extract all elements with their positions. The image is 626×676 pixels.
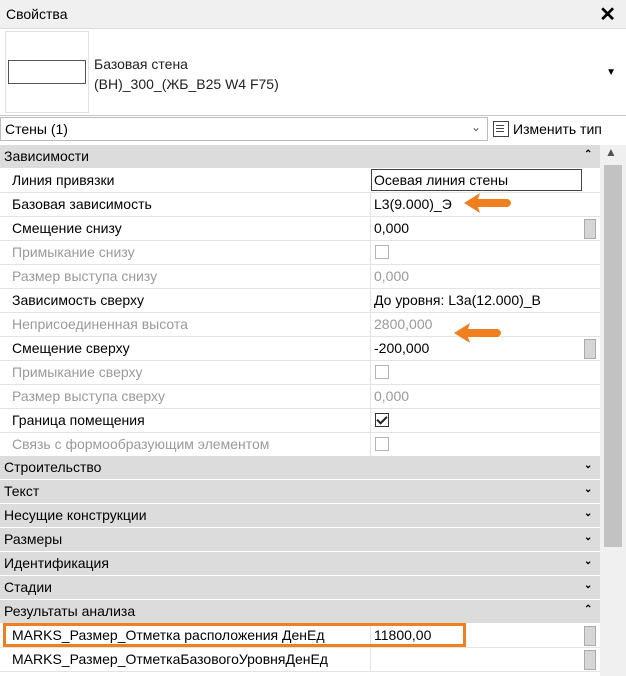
prop-value[interactable]: -200,000	[374, 340, 429, 356]
group-label: Несущие конструкции	[4, 507, 147, 523]
group-label: Результаты анализа	[4, 603, 136, 619]
window-title: Свойства	[6, 6, 68, 22]
prop-top-offset[interactable]: Смещение сверху -200,000	[0, 337, 600, 361]
prop-value: 2800,000	[374, 316, 433, 332]
prop-base-attached: Примыкание снизу	[0, 241, 600, 265]
collapse-chevron-icon[interactable]: ⌃	[584, 604, 592, 615]
row-button[interactable]	[584, 339, 596, 359]
expand-chevron-icon[interactable]: ⌄	[584, 484, 592, 495]
edit-type-button[interactable]: Изменить тип	[493, 117, 602, 141]
prop-name: Размер выступа сверху	[12, 388, 166, 404]
type-name: Базовая стена (ВН)_300_(ЖБ_B25 W4 F75)	[94, 54, 279, 94]
prop-marks-base-level[interactable]: MARKS_Размер_ОтметкаБазовогоУровняДенЕд	[0, 648, 600, 672]
annotation-arrow-icon	[454, 323, 501, 343]
prop-name: Линия привязки	[12, 172, 115, 188]
vertical-scrollbar[interactable]: ▲	[600, 145, 626, 676]
group-constraints[interactable]: Зависимости ⌃	[0, 145, 600, 169]
group-label: Стадии	[4, 579, 52, 595]
related-mass-checkbox	[375, 437, 389, 451]
prop-top-extension: Размер выступа сверху 0,000	[0, 385, 600, 409]
prop-base-extension: Размер выступа снизу 0,000	[0, 265, 600, 289]
prop-name: Примыкание снизу	[12, 244, 135, 260]
instance-filter-select[interactable]: Стены (1) ⌄	[0, 117, 488, 141]
type-name-value: (ВН)_300_(ЖБ_B25 W4 F75)	[94, 76, 279, 92]
prop-name: Базовая зависимость	[12, 196, 152, 212]
group-structural[interactable]: Несущие конструкции ⌄	[0, 504, 600, 528]
prop-value[interactable]: L3(9.000)_Э	[374, 196, 452, 212]
prop-value[interactable]: До уровня: L3a(12.000)_В	[374, 292, 541, 308]
prop-name: Связь с формообразующим элементом	[12, 436, 270, 452]
prop-name: MARKS_Размер_ОтметкаБазовогоУровняДенЕд	[12, 651, 328, 667]
collapse-chevron-icon[interactable]: ⌃	[584, 149, 592, 160]
scrollbar-thumb[interactable]	[604, 165, 622, 547]
prop-name: Смещение сверху	[12, 340, 130, 356]
prop-name: Неприсоединенная высота	[12, 316, 188, 332]
row-button[interactable]	[584, 650, 596, 670]
prop-value: 0,000	[374, 268, 410, 284]
chevron-down-icon[interactable]: ⌄	[471, 120, 481, 134]
group-text[interactable]: Текст ⌄	[0, 480, 600, 504]
edit-type-icon	[493, 121, 509, 137]
group-identity[interactable]: Идентификация ⌄	[0, 552, 600, 576]
top-attached-checkbox	[375, 365, 389, 379]
close-icon[interactable]: ✕	[599, 2, 616, 27]
group-label: Идентификация	[4, 555, 109, 571]
title-bar: Свойства ✕	[0, 0, 626, 29]
annotation-highlight-box	[3, 623, 466, 647]
prop-room-bounding[interactable]: Граница помещения	[0, 409, 600, 433]
group-construction[interactable]: Строительство ⌄	[0, 456, 600, 480]
prop-name: Размер выступа снизу	[12, 268, 158, 284]
prop-name: Граница помещения	[12, 412, 145, 428]
expand-chevron-icon[interactable]: ⌄	[584, 580, 592, 591]
prop-base-offset[interactable]: Смещение снизу 0,000	[0, 217, 600, 241]
prop-value: Осевая линия стены	[374, 172, 509, 188]
annotation-arrow-icon	[464, 193, 511, 213]
row-button[interactable]	[584, 219, 596, 239]
type-preview-image	[5, 31, 89, 113]
type-selector[interactable]: Базовая стена (ВН)_300_(ЖБ_B25 W4 F75) ▼	[0, 29, 626, 116]
family-name: Базовая стена	[94, 56, 188, 72]
prop-name: Зависимость сверху	[12, 292, 145, 308]
edit-type-label: Изменить тип	[513, 121, 602, 137]
prop-related-mass: Связь с формообразующим элементом	[0, 433, 600, 457]
expand-chevron-icon[interactable]: ⌄	[584, 532, 592, 543]
expand-chevron-icon[interactable]: ⌄	[584, 556, 592, 567]
prop-unconnected-height: Неприсоединенная высота 2800,000	[0, 313, 600, 337]
prop-top-attached: Примыкание сверху	[0, 361, 600, 385]
group-label: Строительство	[4, 459, 102, 475]
expand-chevron-icon[interactable]: ⌄	[584, 460, 592, 471]
group-label: Размеры	[4, 531, 63, 547]
row-button[interactable]	[584, 626, 596, 646]
filter-value: Стены (1)	[5, 121, 68, 137]
dropdown-arrow-icon[interactable]: ▼	[606, 67, 616, 78]
prop-name: Смещение снизу	[12, 220, 122, 236]
group-dimensions[interactable]: Размеры ⌄	[0, 528, 600, 552]
properties-grid: Зависимости ⌃ Линия привязки Осевая лини…	[0, 145, 600, 676]
prop-value[interactable]: 0,000	[374, 220, 409, 236]
prop-name: Примыкание сверху	[12, 364, 143, 380]
base-attached-checkbox	[375, 245, 389, 259]
prop-top-constraint[interactable]: Зависимость сверху До уровня: L3a(12.000…	[0, 289, 600, 313]
room-bounding-checkbox[interactable]	[375, 413, 389, 427]
prop-value: 0,000	[374, 388, 410, 404]
expand-chevron-icon[interactable]: ⌄	[584, 508, 592, 519]
group-phasing[interactable]: Стадии ⌄	[0, 576, 600, 600]
scroll-up-icon[interactable]: ▲	[605, 145, 617, 159]
group-label: Зависимости	[4, 148, 89, 164]
group-label: Текст	[4, 483, 40, 499]
group-analysis[interactable]: Результаты анализа ⌃	[0, 600, 600, 624]
